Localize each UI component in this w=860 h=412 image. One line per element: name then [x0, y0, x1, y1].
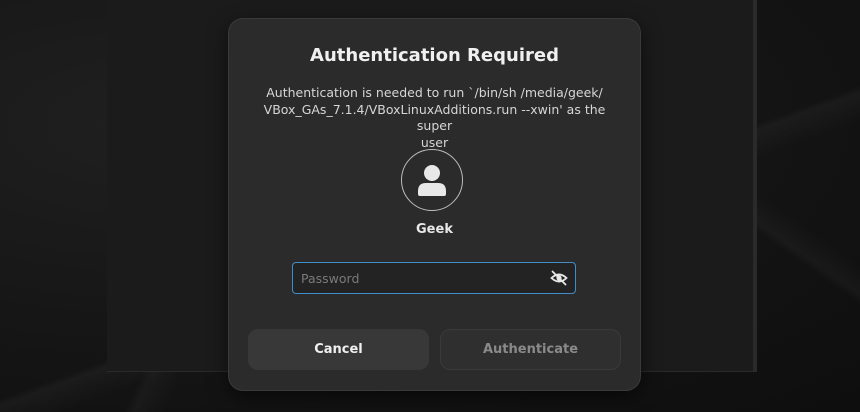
cancel-button[interactable]: Cancel: [248, 329, 429, 370]
dialog-message: Authentication is needed to run `/bin/sh…: [247, 85, 622, 151]
authenticate-button[interactable]: Authenticate: [440, 329, 621, 370]
eye-hidden-icon[interactable]: [549, 268, 569, 288]
dialog-title: Authentication Required: [310, 45, 559, 66]
message-line: Authentication is needed to run `/bin/sh…: [266, 85, 603, 100]
authentication-dialog: Authentication Required Authentication i…: [229, 19, 640, 390]
password-field[interactable]: [292, 262, 576, 294]
password-input[interactable]: [293, 263, 541, 293]
message-line: VBox_GAs_7.1.4/VBoxLinuxAdditions.run --…: [263, 101, 606, 134]
user-avatar-icon: [401, 149, 463, 211]
username-label: Geek: [416, 222, 453, 237]
